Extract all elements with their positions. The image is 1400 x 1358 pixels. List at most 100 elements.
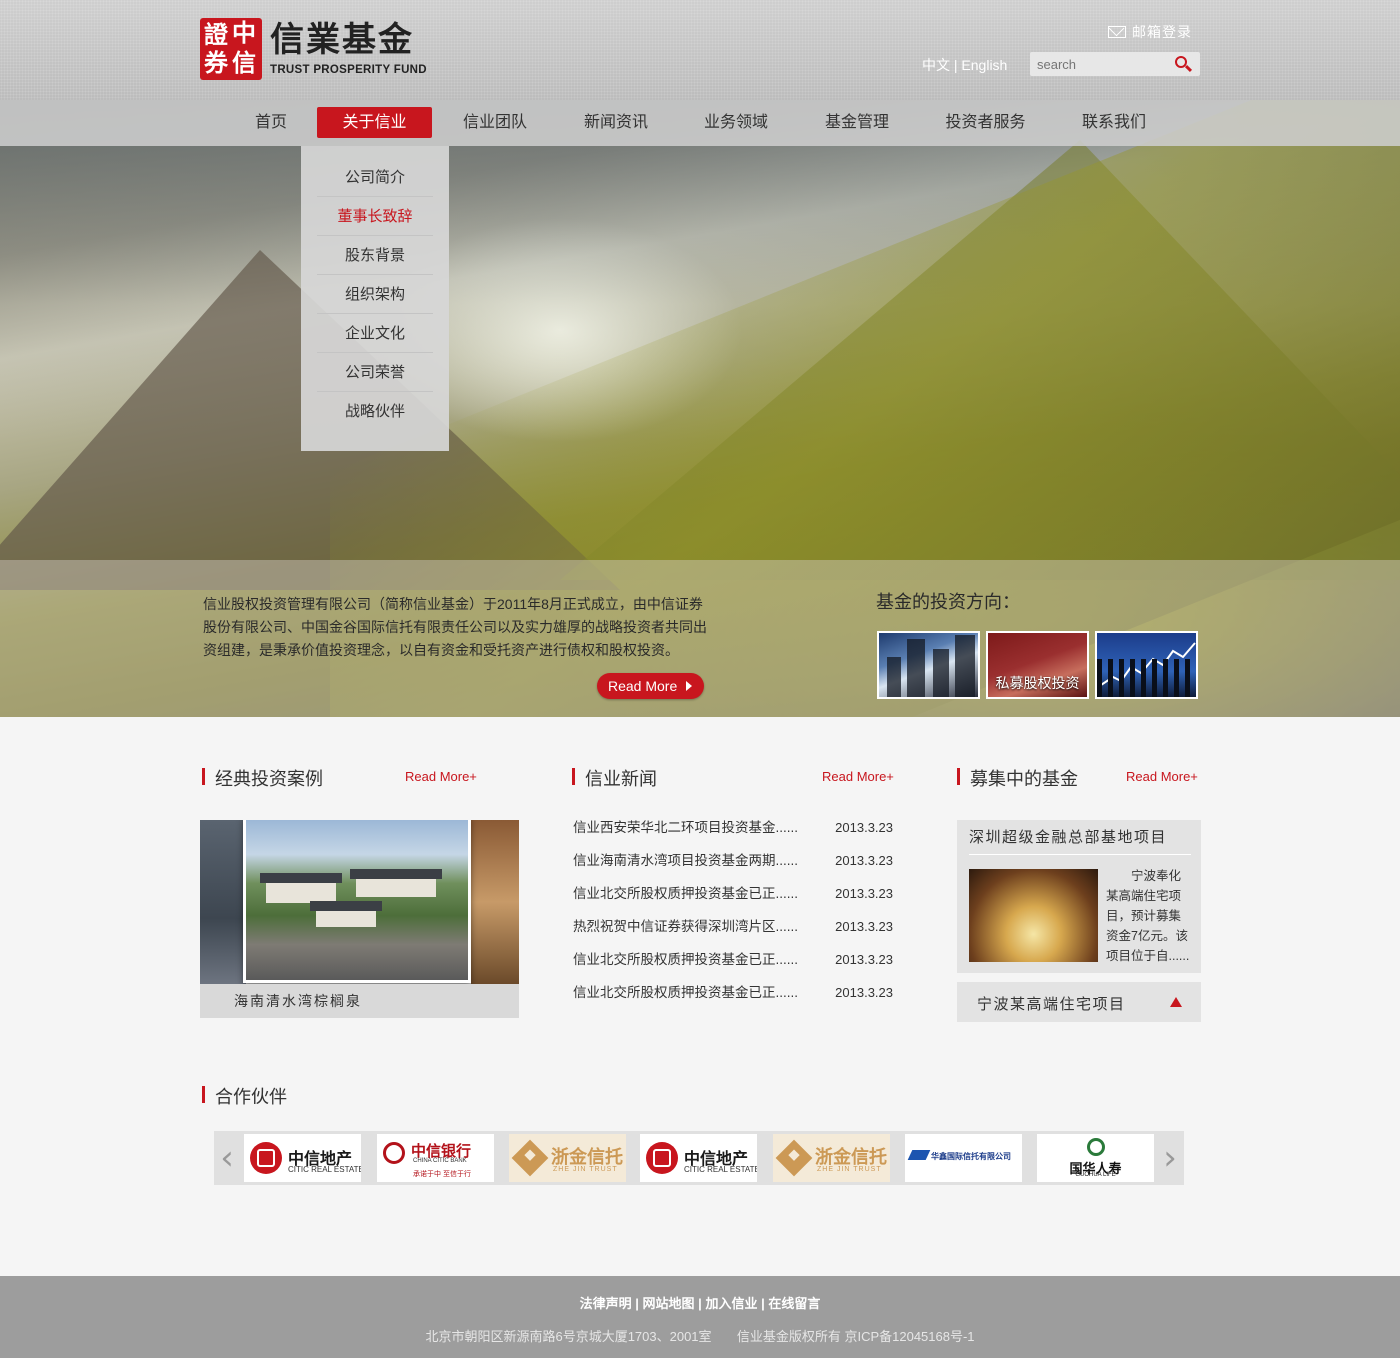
seal-char: 中 xyxy=(232,18,256,47)
investment-thumb-chart[interactable] xyxy=(1095,631,1198,699)
investment-direction-title: 基金的投资方向： xyxy=(876,592,1020,612)
featured-fund-image[interactable] xyxy=(969,869,1098,962)
zhejin-logo-icon xyxy=(511,1139,549,1177)
case-showcase[interactable]: 海南清水湾棕榈泉 xyxy=(200,820,519,1018)
footer-link-legal[interactable]: 法律声明 xyxy=(580,1296,632,1311)
lang-separator: | xyxy=(953,57,958,73)
featured-fund-title[interactable]: 深圳超级金融总部基地项目 xyxy=(969,827,1191,855)
fund-accordion-title: 宁波某高端住宅项目 xyxy=(977,996,1126,1013)
company-intro: 信业股权投资管理有限公司（简称信业基金）于2011年8月正式成立，由中信证券股份… xyxy=(203,596,707,658)
partner-name: 华鑫国际信托有限公司 xyxy=(931,1152,1011,1161)
citic-logo-icon xyxy=(646,1142,678,1174)
guohua-logo-icon xyxy=(1087,1138,1105,1156)
mail-icon xyxy=(1108,26,1126,38)
featured-fund-description: 宁波奉化某高端住宅项目，预计募集资金7亿元。该项目位于自...... xyxy=(1106,869,1190,963)
news-item-date: 2013.3.23 xyxy=(835,853,893,868)
investment-thumb-buildings[interactable] xyxy=(877,631,980,699)
mail-login-link[interactable]: 邮箱登录 xyxy=(1108,22,1192,42)
partner-logo-guohua-life[interactable]: 国华人寿 GUOHUA LIFE xyxy=(1037,1134,1154,1182)
footer-copyright: 信业基金版权所有 京ICP备12045168号-1 xyxy=(736,1329,975,1344)
case-photo xyxy=(243,820,471,983)
news-item[interactable]: 热烈祝贺中信证券获得深圳湾片区...... 2013.3.23 xyxy=(573,914,893,947)
search-input[interactable] xyxy=(1030,52,1170,76)
news-item[interactable]: 信业北交所股权质押投资基金已正...... 2013.3.23 xyxy=(573,881,893,914)
news-item-title: 信业北交所股权质押投资基金已正...... xyxy=(573,886,799,901)
nav-team[interactable]: 信业团队 xyxy=(446,107,544,138)
partner-sub: CITIC REAL ESTATE xyxy=(288,1165,361,1174)
triangle-up-icon xyxy=(1170,997,1182,1007)
partner-logo-citic-real-estate[interactable]: 中信地产 CITIC REAL ESTATE xyxy=(244,1134,361,1182)
case-caption: 海南清水湾棕榈泉 xyxy=(200,984,519,1018)
carousel-prev-button[interactable]: ‹ xyxy=(218,1137,236,1179)
cases-title: 经典投资案例 xyxy=(215,769,323,789)
seal-char: 證 xyxy=(204,20,228,49)
seal-logo: 證 中 券 信 xyxy=(200,18,262,80)
read-more-button[interactable]: Read More xyxy=(597,673,704,699)
citic-logo-icon xyxy=(250,1142,282,1174)
news-item-date: 2013.3.23 xyxy=(835,952,893,967)
cases-read-more-link[interactable]: Read More+ xyxy=(405,769,477,784)
news-item[interactable]: 信业北交所股权质押投资基金已正...... 2013.3.23 xyxy=(573,947,893,980)
funds-read-more-link[interactable]: Read More+ xyxy=(1126,769,1198,784)
partner-sub: ZHE JIN TRUST xyxy=(817,1166,882,1173)
nav-home[interactable]: 首页 xyxy=(235,107,307,138)
dropdown-item-shareholders[interactable]: 股东背景 xyxy=(317,236,433,275)
dropdown-item-company-profile[interactable]: 公司简介 xyxy=(317,158,433,197)
seal-char: 券 xyxy=(204,48,228,77)
partner-logo-zhejin-trust[interactable]: 浙金信托 ZHE JIN TRUST xyxy=(773,1134,890,1182)
nav-fund-management[interactable]: 基金管理 xyxy=(808,107,906,138)
partner-logo-huaxin-trust[interactable]: 华鑫国际信托有限公司 xyxy=(905,1134,1022,1182)
funds-title: 募集中的基金 xyxy=(970,769,1078,789)
play-arrow-icon xyxy=(686,681,692,691)
news-title: 信业新闻 xyxy=(585,769,657,789)
mail-login-label: 邮箱登录 xyxy=(1132,24,1192,40)
footer-links: 法律声明 | 网站地图 | 加入信业 | 在线留言 xyxy=(579,1296,821,1311)
header: 證 中 券 信 信業基金 TRUST PROSPERITY FUND 邮箱登录 … xyxy=(0,0,1400,100)
nav-about[interactable]: 关于信业 xyxy=(317,107,432,138)
dropdown-item-organization[interactable]: 组织架构 xyxy=(317,275,433,314)
nav-business[interactable]: 业务领域 xyxy=(687,107,785,138)
investment-thumb-private-equity[interactable]: 私募股权投资 xyxy=(986,631,1089,699)
news-item-title: 信业西安荣华北二环项目投资基金...... xyxy=(573,820,799,835)
dropdown-item-partners[interactable]: 战略伙伴 xyxy=(317,392,433,431)
news-list: 信业西安荣华北二环项目投资基金...... 2013.3.23 信业海南清水湾项… xyxy=(573,815,893,1013)
featured-fund-card: 深圳超级金融总部基地项目 宁波奉化某高端住宅项目，预计募集资金7亿元。该项目位于… xyxy=(957,820,1201,973)
lang-cn[interactable]: 中文 xyxy=(922,57,950,73)
cases-header: 经典投资案例 Read More+ xyxy=(202,766,482,789)
news-item-title: 信业海南清水湾项目投资基金两期...... xyxy=(573,853,799,868)
partners-carousel: ‹ 中信地产 CITIC REAL ESTATE 中信银行 CHINA CITI… xyxy=(214,1131,1184,1185)
partner-logo-citic-bank[interactable]: 中信银行 CHINA CITIC BANK 承诺于中 至信于行 xyxy=(377,1134,494,1182)
news-item[interactable]: 信业北交所股权质押投资基金已正...... 2013.3.23 xyxy=(573,980,893,1013)
dropdown-item-chairman-message[interactable]: 董事长致辞 xyxy=(317,197,433,236)
nav-news[interactable]: 新闻资讯 xyxy=(567,107,665,138)
nav-investor-services[interactable]: 投资者服务 xyxy=(928,107,1043,138)
nav-contact[interactable]: 联系我们 xyxy=(1064,107,1164,138)
footer-link-sitemap[interactable]: 网站地图 xyxy=(643,1296,695,1311)
dropdown-item-culture[interactable]: 企业文化 xyxy=(317,314,433,353)
footer-info: 北京市朝阳区新源南路6号京城大厦1703、2001室 信业基金版权所有 京ICP… xyxy=(0,1326,1400,1345)
lang-en[interactable]: English xyxy=(961,57,1007,73)
logo[interactable]: 證 中 券 信 信業基金 TRUST PROSPERITY FUND xyxy=(200,18,430,82)
news-item-date: 2013.3.23 xyxy=(835,820,893,835)
logo-subtitle: TRUST PROSPERITY FUND xyxy=(270,64,427,76)
huaxin-logo-icon xyxy=(907,1150,931,1160)
partner-logo-citic-real-estate[interactable]: 中信地产 CITIC REAL ESTATE xyxy=(640,1134,757,1182)
footer-link-careers[interactable]: 加入信业 xyxy=(705,1296,757,1311)
news-item-date: 2013.3.23 xyxy=(835,886,893,901)
news-item[interactable]: 信业西安荣华北二环项目投资基金...... 2013.3.23 xyxy=(573,815,893,848)
partner-logo-zhejin-trust[interactable]: 浙金信托 ZHE JIN TRUST xyxy=(509,1134,626,1182)
fund-accordion-item[interactable]: 宁波某高端住宅项目 xyxy=(957,982,1201,1022)
carousel-next-button[interactable]: › xyxy=(1161,1137,1179,1179)
language-switcher: 中文 | English xyxy=(922,55,1007,75)
news-item-date: 2013.3.23 xyxy=(835,919,893,934)
funds-header: 募集中的基金 Read More+ xyxy=(957,766,1201,789)
news-read-more-link[interactable]: Read More+ xyxy=(822,769,894,784)
read-more-label: Read More xyxy=(608,678,678,694)
news-item-title: 信业北交所股权质押投资基金已正...... xyxy=(573,952,799,967)
footer-link-message[interactable]: 在线留言 xyxy=(768,1296,820,1311)
news-item[interactable]: 信业海南清水湾项目投资基金两期...... 2013.3.23 xyxy=(573,848,893,881)
zhejin-logo-icon xyxy=(775,1139,813,1177)
search-button[interactable] xyxy=(1174,55,1194,75)
dropdown-item-honors[interactable]: 公司荣誉 xyxy=(317,353,433,392)
logo-title: 信業基金 xyxy=(270,20,414,60)
